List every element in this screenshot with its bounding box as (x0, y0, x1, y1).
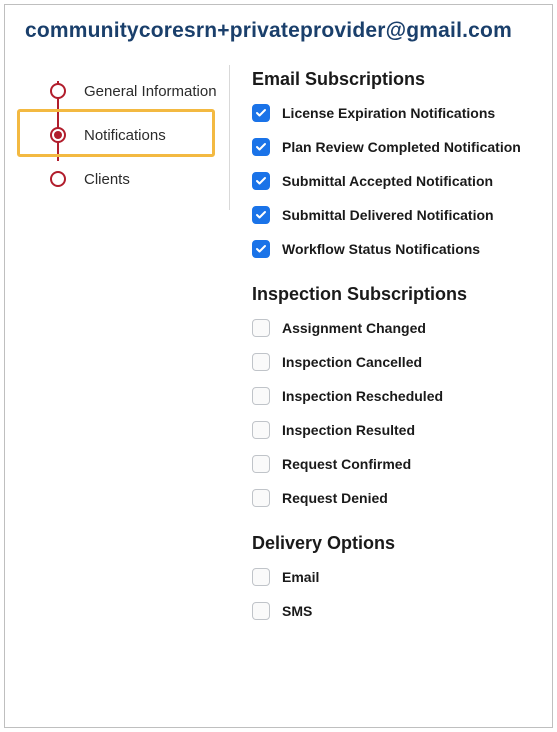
checkbox[interactable] (252, 387, 270, 405)
nav-item-clients[interactable]: Clients (35, 157, 229, 201)
checkbox[interactable] (252, 421, 270, 439)
option-license-expiration-notifications[interactable]: License Expiration Notifications (252, 104, 552, 122)
option-label: SMS (282, 603, 312, 619)
checkbox[interactable] (252, 319, 270, 337)
option-assignment-changed[interactable]: Assignment Changed (252, 319, 552, 337)
checkbox[interactable] (252, 489, 270, 507)
section-title-inspection: Inspection Subscriptions (252, 284, 552, 305)
nav-node-dot-icon (54, 131, 62, 139)
option-label: Request Confirmed (282, 456, 411, 472)
side-nav: General Information Notifications Client… (17, 69, 229, 646)
option-submittal-delivered-notification[interactable]: Submittal Delivered Notification (252, 206, 552, 224)
check-icon (255, 141, 267, 153)
option-sms[interactable]: SMS (252, 602, 552, 620)
option-inspection-resulted[interactable]: Inspection Resulted (252, 421, 552, 439)
option-label: Inspection Rescheduled (282, 388, 443, 404)
nav-item-label: General Information (84, 83, 217, 100)
option-workflow-status-notifications[interactable]: Workflow Status Notifications (252, 240, 552, 258)
option-label: Submittal Accepted Notification (282, 173, 493, 189)
checkbox[interactable] (252, 568, 270, 586)
checkbox[interactable] (252, 104, 270, 122)
option-label: License Expiration Notifications (282, 105, 495, 121)
check-icon (255, 209, 267, 221)
option-inspection-cancelled[interactable]: Inspection Cancelled (252, 353, 552, 371)
content-panel: Email Subscriptions License Expiration N… (252, 69, 552, 646)
option-label: Workflow Status Notifications (282, 241, 480, 257)
checkbox[interactable] (252, 138, 270, 156)
option-label: Inspection Cancelled (282, 354, 422, 370)
nav-node-icon (50, 171, 66, 187)
body-layout: General Information Notifications Client… (5, 69, 552, 646)
check-icon (255, 175, 267, 187)
option-inspection-rescheduled[interactable]: Inspection Rescheduled (252, 387, 552, 405)
option-label: Email (282, 569, 319, 585)
nav-item-label: Notifications (84, 127, 166, 144)
page-title: communitycoresrn+privateprovider@gmail.c… (5, 5, 552, 69)
option-email[interactable]: Email (252, 568, 552, 586)
option-request-confirmed[interactable]: Request Confirmed (252, 455, 552, 473)
app-frame: communitycoresrn+privateprovider@gmail.c… (4, 4, 553, 728)
checkbox[interactable] (252, 172, 270, 190)
option-label: Request Denied (282, 490, 388, 506)
option-submittal-accepted-notification[interactable]: Submittal Accepted Notification (252, 172, 552, 190)
checkbox[interactable] (252, 206, 270, 224)
checkbox[interactable] (252, 353, 270, 371)
option-label: Assignment Changed (282, 320, 426, 336)
section-title-delivery: Delivery Options (252, 533, 552, 554)
nav-node-icon (50, 83, 66, 99)
nav-item-label: Clients (84, 171, 130, 188)
nav-item-general-information[interactable]: General Information (35, 69, 229, 113)
nav-node-icon (50, 127, 66, 143)
option-label: Inspection Resulted (282, 422, 415, 438)
option-label: Submittal Delivered Notification (282, 207, 494, 223)
option-request-denied[interactable]: Request Denied (252, 489, 552, 507)
checkbox[interactable] (252, 602, 270, 620)
section-title-email: Email Subscriptions (252, 69, 552, 90)
vertical-divider (229, 65, 230, 210)
checkbox[interactable] (252, 455, 270, 473)
option-plan-review-completed-notification[interactable]: Plan Review Completed Notification (252, 138, 552, 156)
nav-item-notifications[interactable]: Notifications (35, 113, 229, 157)
check-icon (255, 107, 267, 119)
option-label: Plan Review Completed Notification (282, 139, 521, 155)
checkbox[interactable] (252, 240, 270, 258)
check-icon (255, 243, 267, 255)
